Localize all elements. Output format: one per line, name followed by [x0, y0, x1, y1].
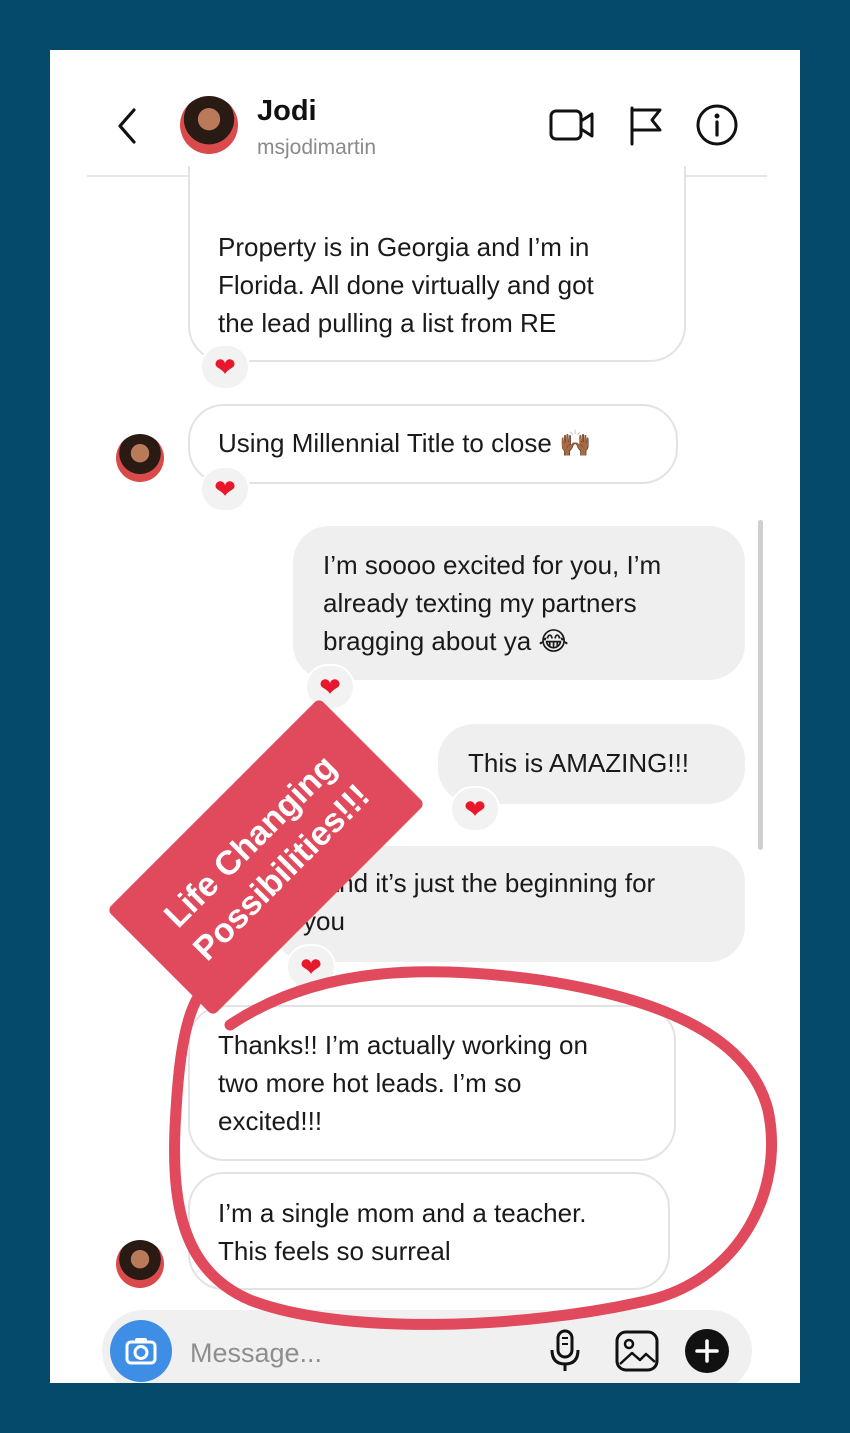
heart-reaction[interactable]: ❤	[200, 466, 250, 512]
chat-header: Jodi msjodimartin	[50, 50, 800, 176]
back-arrow-icon[interactable]	[112, 104, 142, 148]
heart-reaction[interactable]: ❤	[200, 344, 250, 390]
message-text: ...and it’s just the beginning for	[303, 868, 656, 898]
avatar[interactable]	[180, 96, 238, 154]
message-text: Thanks!! I’m actually working on	[218, 1030, 588, 1060]
heart-reaction[interactable]: ❤	[450, 786, 500, 832]
camera-button[interactable]	[110, 1320, 172, 1382]
message-bubble-incoming[interactable]: Thanks!! I’m actually working on two mor…	[188, 1005, 676, 1161]
heart-icon: ❤	[464, 794, 486, 824]
avatar[interactable]	[116, 1240, 164, 1288]
microphone-icon[interactable]	[548, 1328, 582, 1374]
message-bubble-incoming[interactable]: Using Millennial Title to close 🙌🏾	[188, 404, 678, 484]
heart-icon: ❤	[214, 474, 236, 504]
flag-icon[interactable]	[626, 102, 666, 148]
contact-handle: msjodimartin	[257, 136, 377, 159]
message-composer	[102, 1310, 752, 1383]
video-call-icon[interactable]	[548, 102, 596, 148]
message-bubble-incoming[interactable]: I’m a single mom and a teacher. This fee…	[188, 1172, 670, 1290]
heart-icon: ❤	[214, 352, 236, 382]
heart-reaction[interactable]: ❤	[286, 944, 336, 990]
message-text: excited!!!	[218, 1106, 323, 1136]
avatar[interactable]	[116, 434, 164, 482]
info-icon[interactable]	[694, 102, 740, 148]
message-text: Property is in Georgia and I’m in	[218, 232, 590, 262]
heart-icon: ❤	[300, 952, 322, 982]
message-text: I’m a single mom and a teacher.	[218, 1198, 587, 1228]
message-text: I’m soooo excited for you, I’m	[323, 550, 662, 580]
message-text: the lead pulling a list from RE	[218, 308, 557, 338]
gallery-icon[interactable]	[614, 1328, 660, 1374]
message-bubble-outgoing[interactable]: I’m soooo excited for you, I’m already t…	[293, 526, 745, 680]
scrollbar[interactable]	[758, 520, 763, 850]
message-text: Florida. All done virtually and got	[218, 270, 594, 300]
message-text: Using Millennial Title to close 🙌🏾	[218, 428, 592, 458]
message-text: two more hot leads. I’m so	[218, 1068, 522, 1098]
message-text: This feels so surreal	[218, 1236, 451, 1266]
chat-screen: Jodi msjodimartin Property is in Georgia…	[50, 50, 800, 1383]
message-input[interactable]	[188, 1332, 532, 1374]
camera-icon	[125, 1338, 157, 1365]
message-text: you	[303, 906, 345, 936]
message-text: already texting my partners	[323, 588, 637, 618]
heart-icon: ❤	[319, 672, 341, 702]
message-text: bragging about ya 😂	[323, 626, 569, 656]
message-bubble-incoming[interactable]: Property is in Georgia and I’m in Florid…	[188, 166, 686, 362]
contact-name[interactable]: Jodi	[257, 95, 317, 128]
message-text: This is AMAZING!!!	[468, 748, 690, 778]
plus-icon[interactable]	[684, 1328, 730, 1374]
